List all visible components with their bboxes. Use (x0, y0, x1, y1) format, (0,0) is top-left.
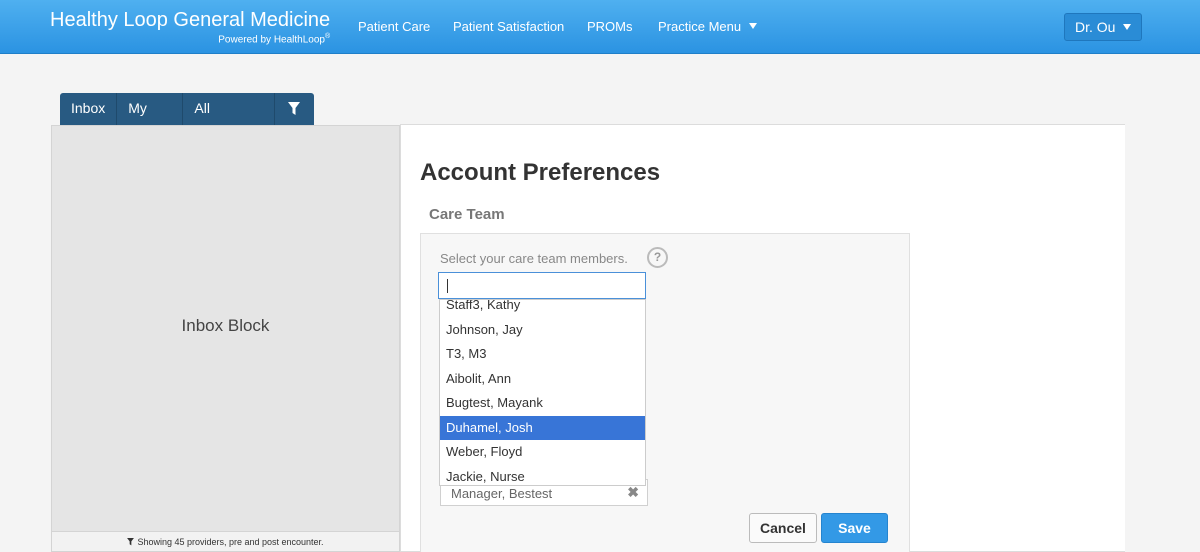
top-navbar: Healthy Loop General Medicine Powered by… (0, 0, 1200, 54)
user-menu-button[interactable]: Dr. Ou (1064, 13, 1142, 41)
nav-practice-menu[interactable]: Practice Menu (658, 19, 758, 34)
inbox-block-label: Inbox Block (181, 316, 270, 335)
inbox-tabs: Inbox My List All Patients (60, 93, 315, 146)
chevron-down-icon (749, 23, 758, 29)
text-cursor (447, 279, 448, 293)
tab-inbox[interactable]: Inbox (60, 93, 118, 125)
dropdown-option[interactable]: Bugtest, Mayank (440, 391, 645, 416)
nav-patient-satisfaction[interactable]: Patient Satisfaction (453, 19, 564, 34)
page-title: Account Preferences (420, 159, 661, 186)
care-team-dropdown[interactable]: Staff3, Kathy Johnson, Jay T3, M3 Aibolit, … (439, 299, 646, 486)
brand-logo[interactable]: Healthy Loop General Medicine Powered by… (50, 8, 331, 45)
dropdown-option[interactable]: Duhamel, Josh (440, 415, 645, 440)
filter-icon (288, 102, 301, 115)
inbox-footer-text: Showing 45 providers, pre and post encou… (137, 537, 324, 547)
dropdown-option[interactable]: T3, M3 (440, 342, 645, 367)
selected-member-label: Manager, Bestest (451, 486, 553, 501)
dropdown-option[interactable]: Aibolit, Ann (440, 367, 645, 392)
inbox-block: Inbox Block Showing 45 providers, pre an… (51, 125, 400, 552)
nav-patient-care[interactable]: Patient Care (358, 19, 430, 34)
dropdown-option[interactable]: Staff3, Kathy (440, 300, 645, 318)
tab-all-patients[interactable]: All Patients (183, 93, 275, 146)
care-team-search-input[interactable] (438, 272, 646, 299)
cancel-button[interactable]: Cancel (749, 513, 817, 543)
dropdown-option[interactable]: Jackie, Nurse (440, 465, 645, 486)
chevron-down-icon (1123, 24, 1132, 30)
care-team-prompt: Select your care team members. (440, 251, 628, 266)
dropdown-option[interactable]: Johnson, Jay (440, 318, 645, 343)
save-button[interactable]: Save (821, 513, 888, 543)
inbox-footer: Showing 45 providers, pre and post encou… (52, 531, 399, 551)
brand-title: Healthy Loop General Medicine (50, 9, 331, 31)
nav-proms[interactable]: PROMs (587, 19, 633, 34)
close-icon[interactable]: ✖ (627, 484, 639, 501)
tab-my-list[interactable]: My List (117, 93, 184, 146)
dropdown-list: Staff3, Kathy Johnson, Jay T3, M3 Aibolit, … (440, 300, 645, 486)
help-icon[interactable]: ? (647, 247, 668, 268)
filter-button[interactable] (275, 93, 315, 125)
section-title-care-team: Care Team (429, 206, 505, 223)
dropdown-option[interactable]: Weber, Floyd (440, 440, 645, 465)
brand-subtitle: Powered by HealthLoop® (218, 33, 331, 46)
filter-icon (127, 538, 135, 546)
